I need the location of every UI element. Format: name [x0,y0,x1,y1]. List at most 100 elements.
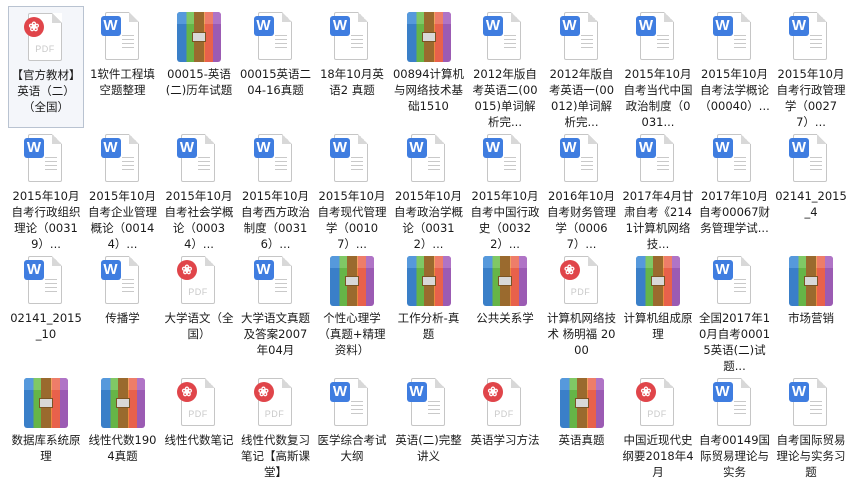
file-item[interactable]: PDF ❀ 中国近现代史纲要2018年4月 [620,372,696,494]
file-name-label: 2015年10月自考社会学概论（00034）... [164,189,234,251]
file-name-label: 2015年10月自考政治学概论（00312）... [394,189,463,251]
file-name-label: 公共关系学 [476,311,534,325]
word-document-icon: W [100,132,145,186]
file-item[interactable]: W 2015年10月自考法学概论（00040）... [697,6,773,128]
file-item[interactable]: PDF ❀ 【官方教材】英语（二）（全国） [8,6,84,128]
file-item[interactable]: 个性心理学（真题+精理资料） [314,250,390,372]
word-document-icon: W [559,132,604,186]
file-item[interactable]: 00894计算机与网络技术基础1510 [391,6,467,128]
file-name-label: 02141_2015_4 [775,189,847,219]
file-item[interactable]: W 2015年10月自考西方政治制度（00316）... [238,128,314,251]
file-name-label: 计算机组成原理 [623,311,693,341]
file-name-label: 00894计算机与网络技术基础1510 [392,67,465,113]
file-item[interactable]: W 2015年10月自考当代中国政治制度（0031... [620,6,696,129]
file-name-label: 全国2017年10月自考00015英语(二)试题... [698,311,771,373]
file-name-label: 大学语文真题及答案2007年04月 [241,311,310,357]
winrar-archive-icon [330,254,374,308]
file-item[interactable]: 00015-英语(二)历年试题 [161,6,237,128]
winrar-archive-icon [406,254,451,308]
file-name-label: 工作分析-真题 [397,311,460,341]
file-item[interactable]: 英语真题 [544,372,620,494]
word-document-icon: W [712,10,757,64]
file-name-label: 2015年10月自考企业管理概论（00144）... [88,189,157,251]
file-name-label: 2012年版自考英语二(00015)单词解析完... [472,67,538,129]
file-name-label: 英语真题 [558,433,605,447]
file-item[interactable]: W 2017年10月自考00067财务管理学试... [697,128,773,250]
file-item[interactable]: W 00015英语二04-16真题 [238,6,314,128]
file-item[interactable]: W 自考00149国际贸易理论与实务 [697,372,773,494]
file-item[interactable]: W 2012年版自考英语一(00012)单词解析完... [544,6,620,129]
file-item[interactable]: PDF ❀ 线性代数笔记 [161,372,237,494]
file-item[interactable]: W 2015年10月自考政治学概论（00312）... [391,128,467,251]
file-item[interactable]: W 2015年10月自考行政组织理论（00319）... [8,128,84,251]
pdf-document-icon: PDF ❀ [177,376,221,430]
file-name-label: 2017年10月自考00067财务管理学试... [698,189,771,235]
file-item[interactable]: 线性代数1904真题 [85,372,161,494]
file-item[interactable]: W 2015年10月自考社会学概论（00034）... [161,128,237,251]
file-item[interactable]: W 医学综合考试大纲 [314,372,390,494]
file-item[interactable]: W 2012年版自考英语二(00015)单词解析完... [467,6,543,129]
file-name-label: 2016年10月自考财务管理学（00067）... [547,189,616,251]
pdf-document-icon: PDF ❀ [253,376,298,430]
file-item[interactable]: W 02141_2015_10 [8,250,84,372]
winrar-archive-icon [24,376,68,430]
file-item[interactable]: 工作分析-真题 [391,250,467,372]
file-name-label: 2015年10月自考中国行政史（00322）... [470,189,540,251]
word-document-icon: W [330,376,374,430]
file-name-label: 2015年10月自考行政组织理论（00319）... [11,189,81,251]
file-item[interactable]: W 2015年10月自考中国行政史（00322）... [467,128,543,251]
file-name-label: 大学语文（全国） [164,311,234,341]
file-item[interactable]: PDF ❀ 英语学习方法 [467,372,543,494]
word-document-icon: W [100,10,145,64]
winrar-archive-icon [636,254,680,308]
file-name-label: 2012年版自考英语一(00012)单词解析完... [548,67,615,129]
file-name-label: 2015年10月自考当代中国政治制度（0031... [623,67,693,129]
file-item[interactable]: W 2015年10月自考企业管理概论（00144）... [85,128,161,251]
winrar-archive-icon [559,376,604,430]
file-item[interactable]: W 2015年10月自考行政管理学（00277）... [773,6,849,129]
pdf-document-icon: PDF ❀ [483,376,527,430]
pdf-document-icon: PDF ❀ [24,11,68,65]
word-document-icon: W [330,132,374,186]
file-item[interactable]: W 1软件工程填空题整理 [85,6,161,128]
winrar-archive-icon [406,10,451,64]
file-name-label: 02141_2015_10 [10,311,82,341]
file-item[interactable]: W 传播学 [85,250,161,372]
file-name-label: 2015年10月自考行政管理学（00277）... [776,67,846,129]
file-name-label: 医学综合考试大纲 [317,433,387,463]
word-document-icon: W [483,10,527,64]
file-name-label: 2015年10月自考现代管理学（00107）... [317,189,387,251]
file-item[interactable]: 计算机组成原理 [620,250,696,372]
word-document-icon: W [789,376,833,430]
file-item[interactable]: W 英语(二)完整讲义 [391,372,467,494]
file-name-label: 个性心理学（真题+精理资料） [318,311,386,357]
file-item[interactable]: W 全国2017年10月自考00015英语(二)试题... [697,250,773,373]
file-item[interactable]: W 2016年10月自考财务管理学（00067）... [544,128,620,251]
file-item[interactable]: W 18年10月英语2 真题 [314,6,390,128]
file-item[interactable]: 数据库系统原理 [8,372,84,494]
word-document-icon: W [636,10,680,64]
file-item[interactable]: 市场营销 [773,250,849,372]
file-item[interactable]: 公共关系学 [467,250,543,372]
file-name-label: 2017年4月甘肃自考《2141计算机网络技... [622,189,694,251]
file-item[interactable]: PDF ❀ 计算机网络技术 杨明福 2000 [544,250,620,372]
file-item[interactable]: W 大学语文真题及答案2007年04月 [238,250,314,372]
word-document-icon: W [24,254,68,308]
word-document-icon: W [712,254,757,308]
file-item[interactable]: PDF ❀ 线性代数复习笔记【高斯课堂】 [238,372,314,494]
file-item[interactable]: W 2017年4月甘肃自考《2141计算机网络技... [620,128,696,251]
file-name-label: 英语(二)完整讲义 [395,433,462,463]
file-name-label: 英语学习方法 [470,433,540,447]
file-item[interactable]: PDF ❀ 大学语文（全国） [161,250,237,372]
word-document-icon: W [559,10,604,64]
file-grid: PDF ❀ 【官方教材】英语（二）（全国） W 1软件工程填空题整理 00015-英语(二… [8,0,849,479]
file-item[interactable]: W 02141_2015_4 [773,128,849,250]
file-item[interactable]: W 自考国际贸易理论与实务习题 [773,372,849,494]
file-name-label: 00015-英语(二)历年试题 [165,67,233,97]
file-name-label: 计算机网络技术 杨明福 2000 [547,311,616,357]
file-name-label: 传播学 [105,311,140,325]
word-document-icon: W [253,132,298,186]
file-name-label: 2015年10月自考西方政治制度（00316）... [241,189,310,251]
file-item[interactable]: W 2015年10月自考现代管理学（00107）... [314,128,390,251]
winrar-archive-icon [100,376,145,430]
